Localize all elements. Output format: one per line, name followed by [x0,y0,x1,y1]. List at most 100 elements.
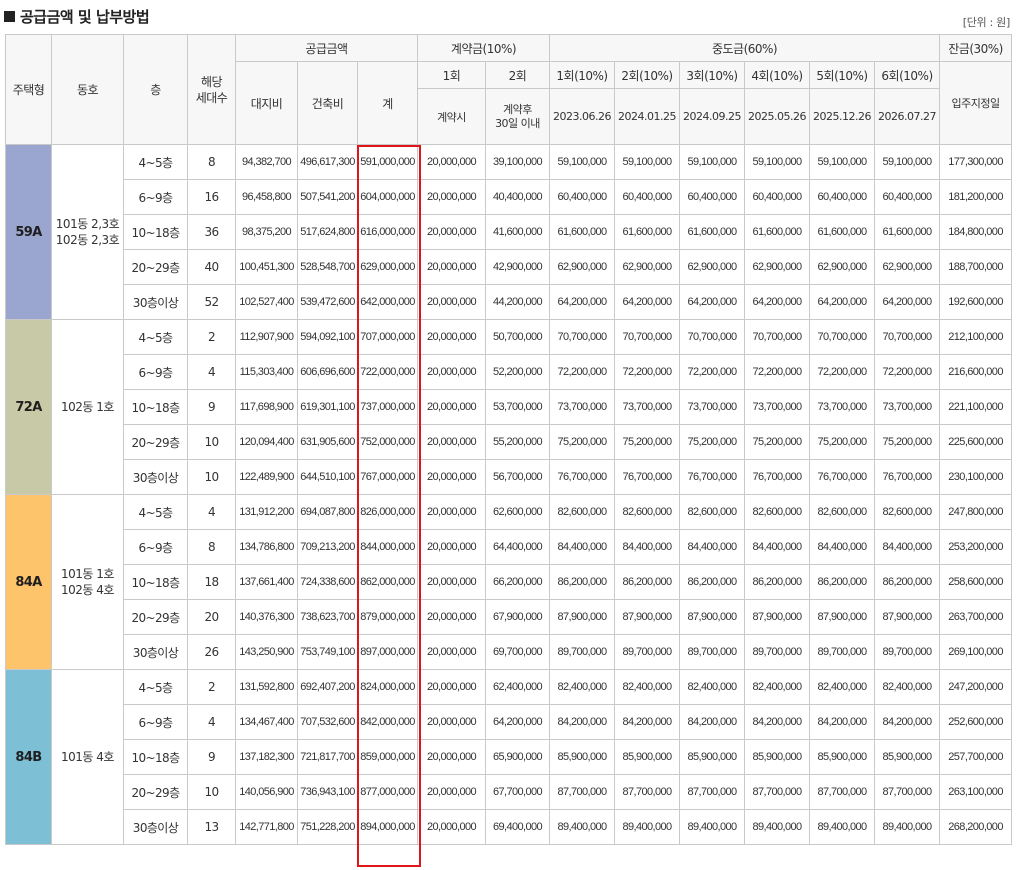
middle-payment-2-cell: 82,400,000 [614,669,680,705]
middle-payment-2-cell: 64,200,000 [614,284,680,320]
land-price-cell: 131,592,800 [235,669,298,705]
building-price-cell: 694,087,800 [297,494,358,530]
floor-cell: 4~5층 [123,319,188,355]
middle-payment-6-cell: 87,900,000 [873,599,941,635]
middle-payment-1-cell: 87,700,000 [549,774,615,810]
land-price-cell: 122,489,900 [235,459,298,495]
house-type-cell: 84A [5,494,52,670]
floor-cell: 6~9층 [123,704,188,740]
middle-payment-2-cell: 82,600,000 [614,494,680,530]
contract-2-cell: 42,900,000 [485,249,550,285]
contract-1-cell: 20,000,000 [417,144,486,180]
land-price-cell: 137,182,300 [235,739,298,775]
total-price-cell: 767,000,000 [357,459,418,495]
middle-payment-6-cell: 64,200,000 [873,284,941,320]
contract-2-cell: 67,700,000 [485,774,550,810]
building-price-cell: 539,472,600 [297,284,358,320]
page-title-text: 공급금액 및 납부방법 [20,8,150,26]
contract-2-cell: 62,400,000 [485,669,550,705]
floor-cell: 4~5층 [123,669,188,705]
balance-cell: 184,800,000 [939,214,1013,250]
middle-payment-5-cell: 61,600,000 [809,214,875,250]
middle-payment-4-cell: 61,600,000 [744,214,810,250]
land-price-cell: 142,771,800 [235,809,298,845]
contract-1-cell: 20,000,000 [417,529,486,565]
land-price-cell: 100,451,300 [235,249,298,285]
building-price-cell: 709,213,200 [297,529,358,565]
balance-cell: 221,100,000 [939,389,1013,425]
middle-payment-3-cell: 84,200,000 [679,704,745,740]
middle-payment-1-cell: 61,600,000 [549,214,615,250]
total-price-cell: 737,000,000 [357,389,418,425]
table-row: 10~18층 9 137,182,300 721,817,700 859,000,000… [6,739,1013,775]
contract-1-cell: 20,000,000 [417,704,486,740]
middle-payment-4-cell: 84,400,000 [744,529,810,565]
middle-payment-6-cell: 62,900,000 [873,249,941,285]
middle-payment-4-cell: 89,400,000 [744,809,810,845]
table-row: 6~9층 16 96,458,800 507,541,200 604,000,000 20… [6,179,1013,215]
middle-payment-2-cell: 75,200,000 [614,424,680,460]
total-price-cell: 722,000,000 [357,354,418,390]
building-price-cell: 721,817,700 [297,739,358,775]
floor-cell: 4~5층 [123,144,188,180]
households-cell: 2 [187,319,236,355]
middle-payment-6-cell: 87,700,000 [873,774,941,810]
contract-1-cell: 20,000,000 [417,809,486,845]
contract-2-cell: 69,400,000 [485,809,550,845]
total-price-cell: 707,000,000 [357,319,418,355]
middle-payment-3-cell: 73,700,000 [679,389,745,425]
middle-payment-4-cell: 72,200,000 [744,354,810,390]
households-cell: 8 [187,529,236,565]
contract-1-cell: 20,000,000 [417,599,486,635]
households-cell: 16 [187,179,236,215]
contract-1-cell: 20,000,000 [417,634,486,670]
middle-payment-6-cell: 61,600,000 [873,214,941,250]
contract-1-cell: 20,000,000 [417,319,486,355]
table-row: 20~29층 10 140,056,900 736,943,100 877,000,00… [6,774,1013,810]
middle-payment-2-cell: 87,700,000 [614,774,680,810]
total-price-cell: 826,000,000 [357,494,418,530]
table-row: 59A 101동 2,3호 102동 2,3호 4~5층 8 94,382,700 496… [5,144,1013,320]
contract-2-cell: 41,600,000 [485,214,550,250]
balance-cell: 216,600,000 [939,354,1013,390]
middle-payment-2-cell: 84,400,000 [614,529,680,565]
building-price-cell: 631,905,600 [297,424,358,460]
middle-payment-2-cell: 85,900,000 [614,739,680,775]
land-price-cell: 134,786,800 [235,529,298,565]
header-balance-when: 입주지정일 [939,61,1013,145]
middle-payment-1-cell: 86,200,000 [549,564,615,600]
middle-payment-1-cell: 89,700,000 [549,634,615,670]
middle-payment-6-cell: 89,400,000 [873,809,941,845]
table-row: 84B 101동 4호 4~5층 2 131,592,800 692,407,200 824… [5,669,1013,845]
households-cell: 10 [187,774,236,810]
middle-payment-2-cell: 59,100,000 [614,144,680,180]
middle-payment-1-cell: 64,200,000 [549,284,615,320]
contract-2-cell: 65,900,000 [485,739,550,775]
balance-cell: 212,100,000 [939,319,1013,355]
households-cell: 4 [187,704,236,740]
floor-cell: 10~18층 [123,214,188,250]
middle-payment-4-cell: 60,400,000 [744,179,810,215]
middle-payment-2-cell: 89,400,000 [614,809,680,845]
middle-payment-5-cell: 85,900,000 [809,739,875,775]
middle-payment-1-cell: 70,700,000 [549,319,615,355]
balance-cell: 230,100,000 [939,459,1013,495]
middle-payment-2-cell: 76,700,000 [614,459,680,495]
floor-cell: 6~9층 [123,179,188,215]
contract-2-cell: 52,200,000 [485,354,550,390]
header-middle-3: 3회(10%) [679,61,745,89]
header-middle-1: 1회(10%) [549,61,615,89]
middle-payment-6-cell: 86,200,000 [873,564,941,600]
middle-payment-6-cell: 84,400,000 [873,529,941,565]
middle-payment-5-cell: 82,600,000 [809,494,875,530]
table-header: 주택형 동호 층 해당 세대수 공급금액 계약금(10%) 중도금(60%) 잔… [5,34,1013,145]
middle-payment-2-cell: 86,200,000 [614,564,680,600]
total-price-cell: 824,000,000 [357,669,418,705]
middle-payment-2-cell: 87,900,000 [614,599,680,635]
middle-payment-4-cell: 87,900,000 [744,599,810,635]
middle-payment-6-cell: 84,200,000 [873,704,941,740]
building-price-cell: 751,228,200 [297,809,358,845]
middle-payment-1-cell: 87,900,000 [549,599,615,635]
households-cell: 26 [187,634,236,670]
floor-cell: 20~29층 [123,249,188,285]
